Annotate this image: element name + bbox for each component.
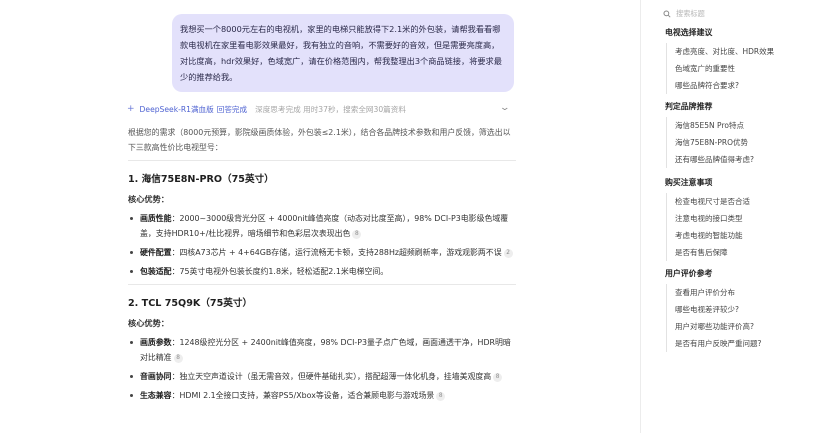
- citation-badge[interactable]: 8: [493, 373, 503, 382]
- product-title: 1. 海信75E8N-PRO（75英寸）: [128, 174, 274, 185]
- answer-intro: 根据您的需求（8000元预算，影院级画质体验，外包装≤2.1米），结合各品牌技术…: [128, 128, 511, 152]
- search-icon: [663, 10, 671, 18]
- point-key: 硬件配置: [140, 248, 172, 257]
- list-item: 包装适配：75英寸电视外包装长度约1.8米，轻松适配2.1米电梯空间。: [128, 264, 516, 279]
- outline-item[interactable]: 还有哪些品牌值得考虑?: [665, 151, 823, 168]
- citation-badge[interactable]: 8: [436, 392, 446, 401]
- point-text: ：四核A73芯片 + 4+64GB存储，运行流畅无卡顿，支持288Hz超频刷新率…: [171, 248, 502, 257]
- outline-section-title[interactable]: 判定品牌推荐: [665, 100, 823, 114]
- divider: [128, 160, 516, 161]
- point-text: ：2000~3000级背光分区 + 4000nit峰值亮度（动态对比度至高），9…: [140, 214, 509, 238]
- point-key: 音画协同: [140, 372, 172, 381]
- outline-panel: 搜索标题 电视选择建议 考虑亮度、对比度、HDR效果 色域宽广的重要性 哪些品牌…: [640, 0, 828, 433]
- product-subtitle: 核心优势：: [128, 194, 169, 204]
- outline-item[interactable]: 是否有用户反映严重问题?: [665, 335, 823, 352]
- chevron-down-icon[interactable]: ⌄: [500, 103, 511, 113]
- product-title: 2. TCL 75Q9K（75英寸）: [128, 298, 253, 309]
- thinking-status: 回答完成: [216, 104, 248, 114]
- citation-badge[interactable]: 8: [352, 230, 362, 239]
- list-item: 音画协同：独立天空声道设计（虽无需音效，但硬件基础扎实），搭配超薄一体化机身，挂…: [128, 369, 516, 384]
- plus-icon: +: [127, 104, 135, 114]
- outline-item[interactable]: 查看用户评价分布: [665, 284, 823, 301]
- list-item: 硬件配置：四核A73芯片 + 4+64GB存储，运行流畅无卡顿，支持288Hz超…: [128, 245, 516, 260]
- divider: [128, 284, 516, 285]
- list-item: 画质参数：1248级控光分区 + 2400nit峰值亮度，98% DCI-P3量…: [128, 335, 516, 365]
- outline-item[interactable]: 注意电视的接口类型: [665, 210, 823, 227]
- product-points: 画质参数：1248级控光分区 + 2400nit峰值亮度，98% DCI-P3量…: [128, 335, 516, 403]
- outline-section-title[interactable]: 购买注意事项: [665, 176, 823, 190]
- outline-item[interactable]: 哪些品牌符合要求?: [665, 77, 823, 94]
- product-subtitle: 核心优势：: [128, 318, 169, 328]
- outline-section: 购买注意事项 检查电视尺寸是否合适 注意电视的接口类型 考虑电视的智能功能 是否…: [665, 176, 823, 261]
- point-text: ：独立天空声道设计（虽无需音效，但硬件基础扎实），搭配超薄一体化机身，挂墙美观度…: [171, 372, 492, 381]
- outline-item[interactable]: 哪些电视差评较少?: [665, 301, 823, 318]
- thinking-detail: 深度思考完成 用时37秒，搜索全网30篇资料: [255, 104, 406, 114]
- outline-section: 判定品牌推荐 海信85E5N Pro特点 海信75E8N-PRO优势 还有哪些品…: [665, 100, 823, 168]
- outline-item[interactable]: 考虑亮度、对比度、HDR效果: [665, 43, 823, 60]
- outline-item[interactable]: 色域宽广的重要性: [665, 60, 823, 77]
- outline-section: 电视选择建议 考虑亮度、对比度、HDR效果 色域宽广的重要性 哪些品牌符合要求?: [665, 26, 823, 94]
- model-name: DeepSeek-R1满血版: [139, 104, 214, 114]
- user-message-bubble: 我想买一个8000元左右的电视机，家里的电梯只能放得下2.1米的外包装，请帮我看…: [172, 14, 514, 92]
- outline-search[interactable]: 搜索标题: [663, 9, 705, 19]
- outline-section-title[interactable]: 用户评价参考: [665, 267, 823, 281]
- product-points: 画质性能：2000~3000级背光分区 + 4000nit峰值亮度（动态对比度至…: [128, 211, 516, 279]
- chat-main: 我想买一个8000元左右的电视机，家里的电梯只能放得下2.1米的外包装，请帮我看…: [0, 0, 640, 433]
- outline-item[interactable]: 是否有售后保障: [665, 244, 823, 261]
- list-item: 画质性能：2000~3000级背光分区 + 4000nit峰值亮度（动态对比度至…: [128, 211, 516, 241]
- list-item: 生态兼容：HDMI 2.1全接口支持，兼容PS5/Xbox等设备，适合兼顾电影与…: [128, 388, 516, 403]
- point-text: ：1248级控光分区 + 2400nit峰值亮度，98% DCI-P3量子点广色…: [140, 338, 511, 362]
- point-key: 画质参数: [140, 338, 172, 347]
- citation-badge[interactable]: 8: [173, 354, 183, 363]
- point-text: ：HDMI 2.1全接口支持，兼容PS5/Xbox等设备，适合兼顾电影与游戏场景: [171, 391, 435, 400]
- point-key: 生态兼容: [140, 391, 172, 400]
- thinking-summary-bar[interactable]: + DeepSeek-R1满血版 回答完成 深度思考完成 用时37秒，搜索全网3…: [127, 102, 513, 116]
- outline-item[interactable]: 用户对哪些功能评价高?: [665, 318, 823, 335]
- point-key: 包装适配: [140, 267, 172, 276]
- outline-item[interactable]: 考虑电视的智能功能: [665, 227, 823, 244]
- outline-section-title[interactable]: 电视选择建议: [665, 26, 823, 40]
- point-text: ：75英寸电视外包装长度约1.8米，轻松适配2.1米电梯空间。: [171, 267, 389, 276]
- outline-section: 用户评价参考 查看用户评价分布 哪些电视差评较少? 用户对哪些功能评价高? 是否…: [665, 267, 823, 352]
- outline-item[interactable]: 海信85E5N Pro特点: [665, 117, 823, 134]
- search-placeholder: 搜索标题: [676, 9, 705, 18]
- outline-item[interactable]: 检查电视尺寸是否合适: [665, 193, 823, 210]
- point-key: 画质性能: [140, 214, 172, 223]
- answer-content: 根据您的需求（8000元预算，影院级画质体验，外包装≤2.1米），结合各品牌技术…: [128, 125, 516, 407]
- citation-badge[interactable]: 2: [503, 249, 513, 258]
- outline-item[interactable]: 海信75E8N-PRO优势: [665, 134, 823, 151]
